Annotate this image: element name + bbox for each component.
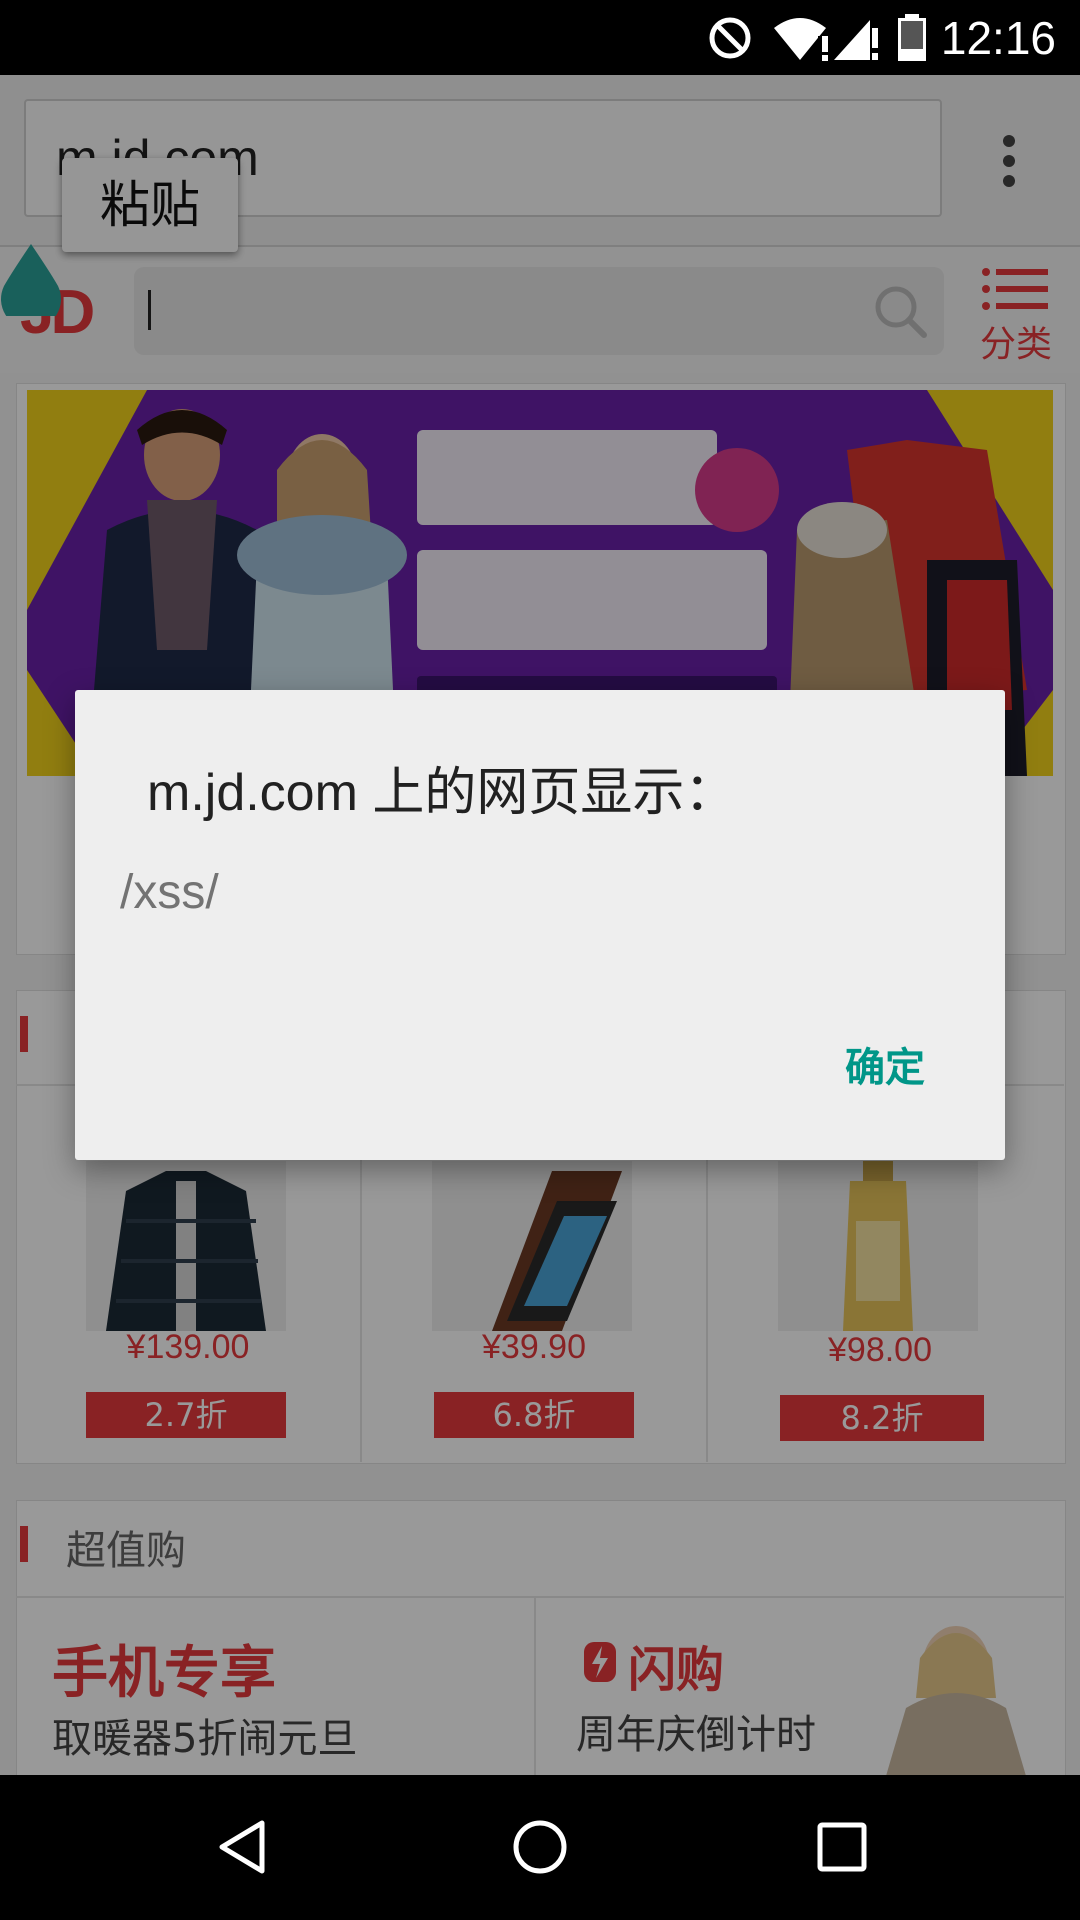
- home-icon[interactable]: [510, 1817, 570, 1877]
- wifi-alert-icon: [774, 18, 828, 61]
- ok-button[interactable]: 确定: [845, 1035, 925, 1093]
- clock: 12:16: [940, 12, 1056, 64]
- battery-icon: [898, 14, 926, 61]
- status-bar: 12:16: [0, 0, 1080, 75]
- back-icon[interactable]: [212, 1817, 272, 1877]
- screen: 12:16 m.jd.com 粘贴 JD 分类: [0, 0, 1080, 1920]
- dialog-title: m.jd.com 上的网页显示：: [147, 764, 737, 822]
- alert-dialog: m.jd.com 上的网页显示： /xss/ 确定: [75, 690, 1005, 1160]
- dialog-message: /xss/: [120, 866, 219, 919]
- do-not-disturb-icon: [709, 17, 751, 59]
- navigation-bar: [0, 1775, 1080, 1920]
- signal-alert-icon: [834, 20, 878, 60]
- recents-icon[interactable]: [812, 1817, 872, 1877]
